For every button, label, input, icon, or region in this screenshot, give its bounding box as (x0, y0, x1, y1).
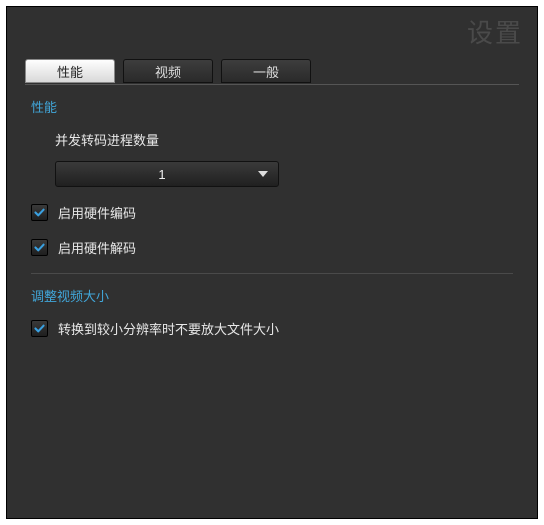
checkmark-icon (33, 241, 46, 254)
section-header-performance: 性能 (31, 97, 513, 116)
panel-title-ghost: 设置 (467, 13, 523, 50)
hw-decode-checkbox[interactable] (31, 239, 48, 256)
hw-encode-checkbox[interactable] (31, 204, 48, 221)
concurrent-processes-dropdown[interactable]: 1 (55, 161, 279, 187)
section-header-resize: 调整视频大小 (31, 286, 513, 305)
hw-encode-label: 启用硬件编码 (58, 203, 136, 222)
concurrent-processes-label: 并发转码进程数量 (55, 130, 513, 149)
hw-decode-label: 启用硬件解码 (58, 238, 136, 257)
no-upscale-checkbox[interactable] (31, 320, 48, 337)
chevron-down-icon (258, 171, 268, 177)
tab-bar: 性能 视频 一般 (25, 57, 519, 85)
section-divider (31, 273, 513, 274)
checkmark-icon (33, 322, 46, 335)
tab-video[interactable]: 视频 (123, 59, 213, 83)
no-upscale-label: 转换到较小分辨率时不要放大文件大小 (58, 319, 279, 338)
settings-panel: 设置 性能 视频 一般 性能 并发转码进程数量 1 启用硬件编码 (6, 6, 538, 519)
dropdown-value: 1 (66, 167, 258, 182)
checkmark-icon (33, 206, 46, 219)
tab-general[interactable]: 一般 (221, 59, 311, 83)
tab-performance[interactable]: 性能 (25, 59, 115, 83)
